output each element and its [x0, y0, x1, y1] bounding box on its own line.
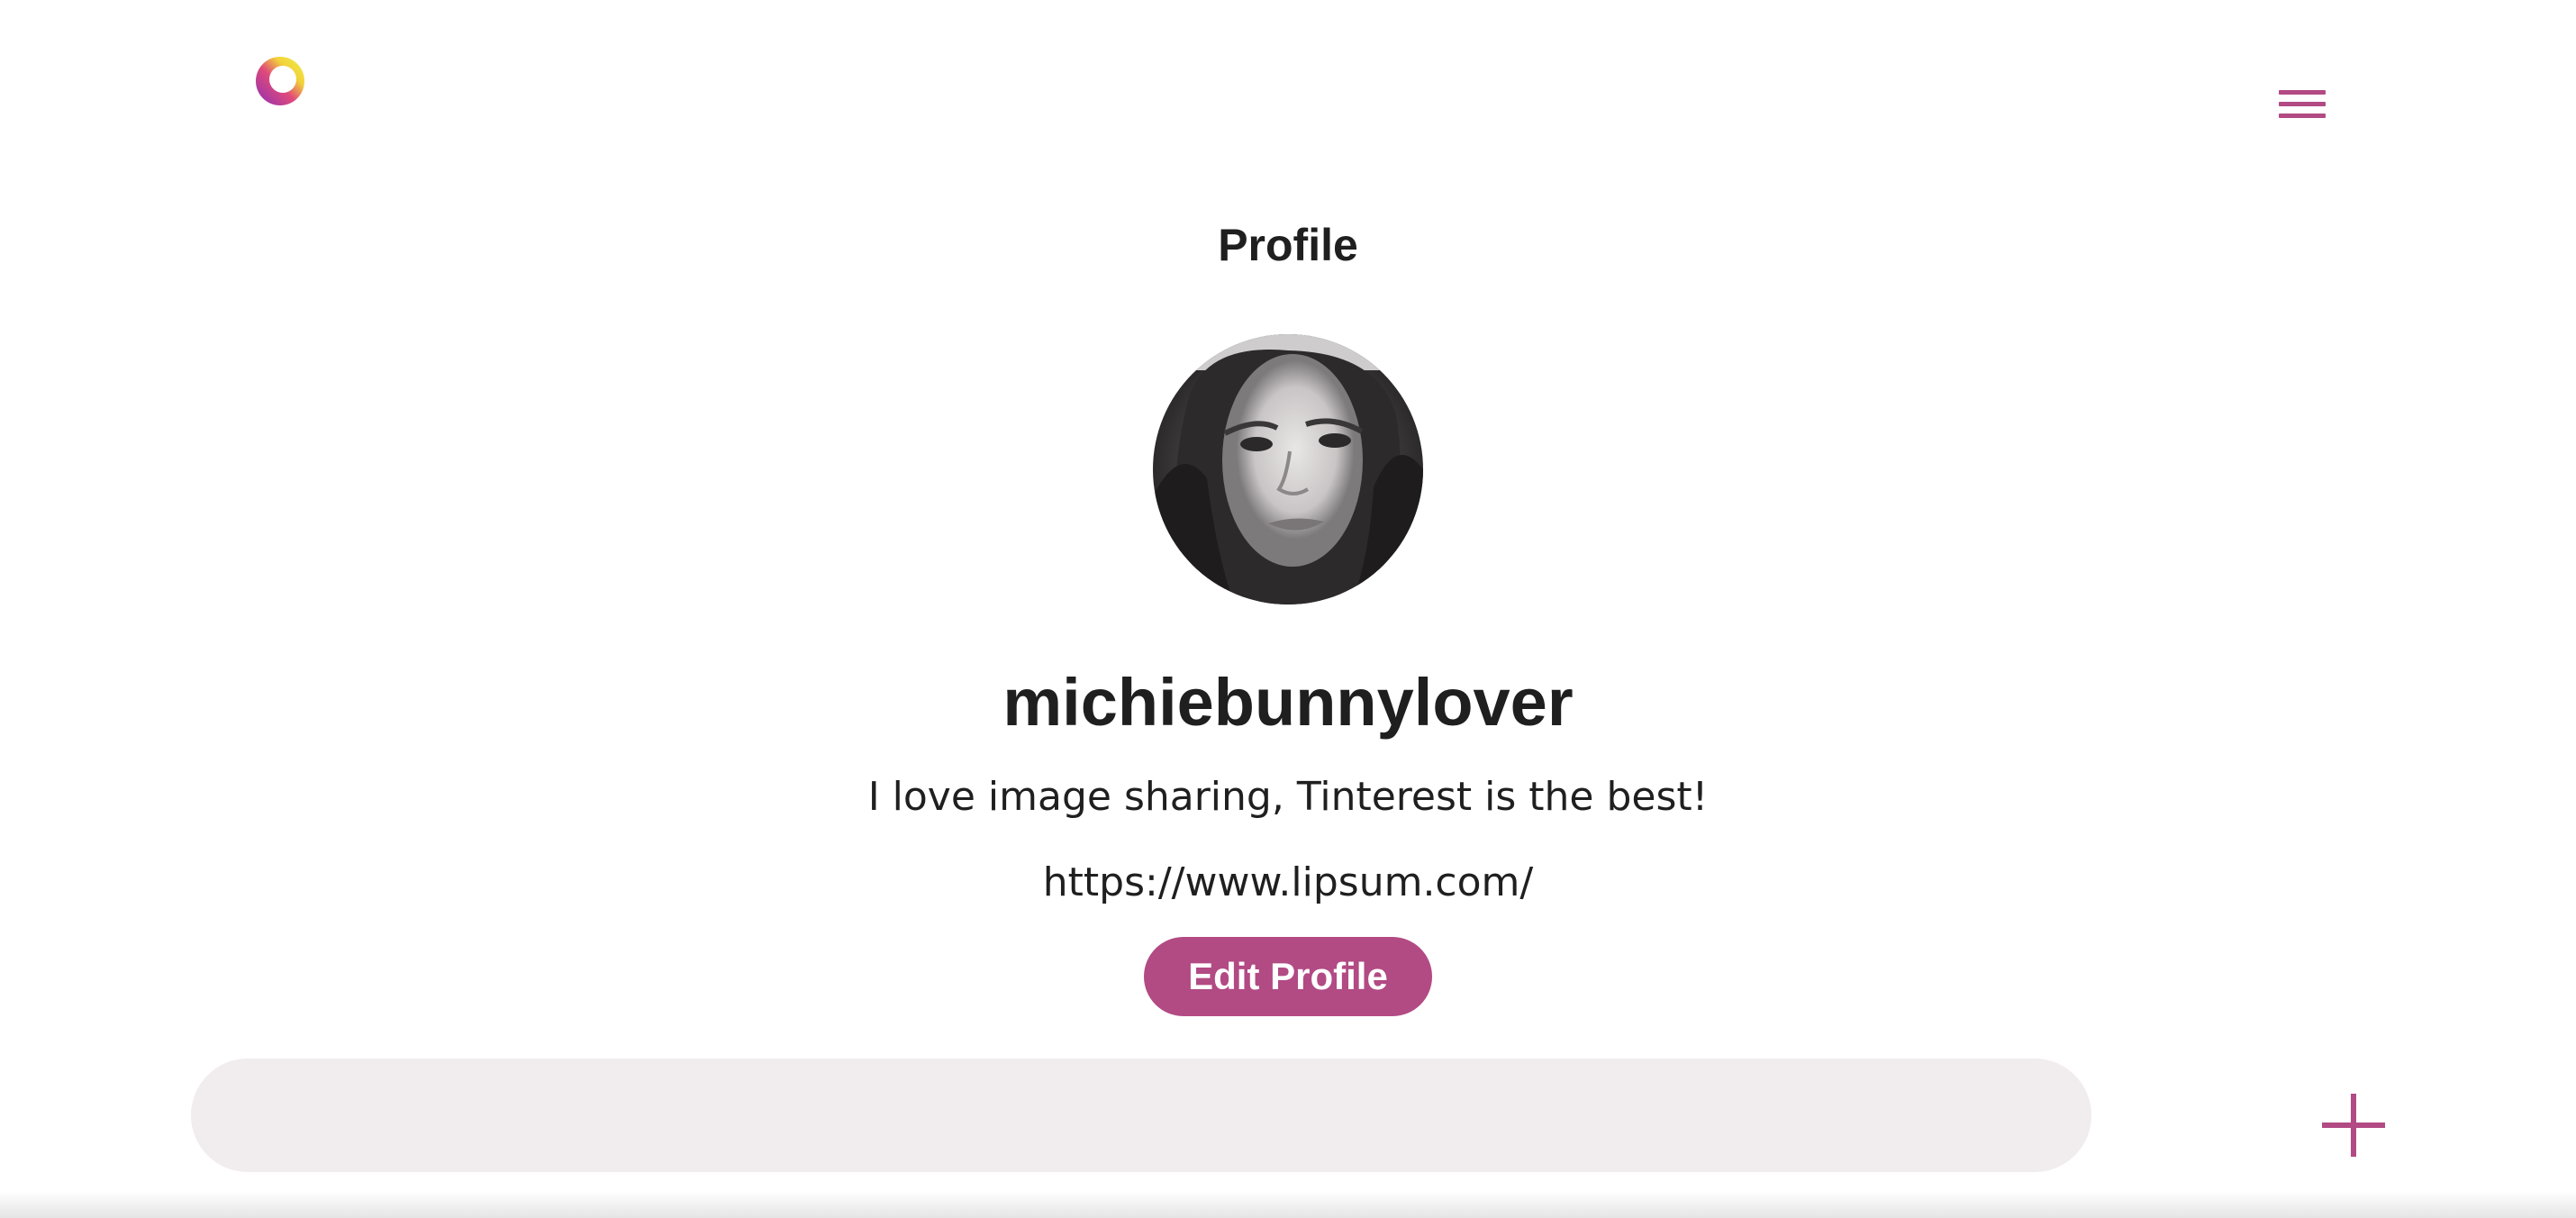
profile-website-link[interactable]: https://www.lipsum.com/	[0, 856, 2576, 910]
plus-icon[interactable]	[2320, 1092, 2387, 1159]
edit-profile-button[interactable]: Edit Profile	[1144, 937, 1432, 1016]
hamburger-menu-icon[interactable]	[2275, 85, 2329, 124]
page-title: Profile	[1218, 220, 1358, 270]
search-input[interactable]	[191, 1059, 2091, 1172]
logo-icon[interactable]	[255, 56, 305, 106]
profile-bio: I love image sharing, Tinterest is the b…	[867, 774, 1709, 820]
avatar	[1153, 334, 1423, 604]
bottom-shadow	[0, 1191, 2576, 1218]
username: michiebunnylover	[1002, 665, 1574, 740]
